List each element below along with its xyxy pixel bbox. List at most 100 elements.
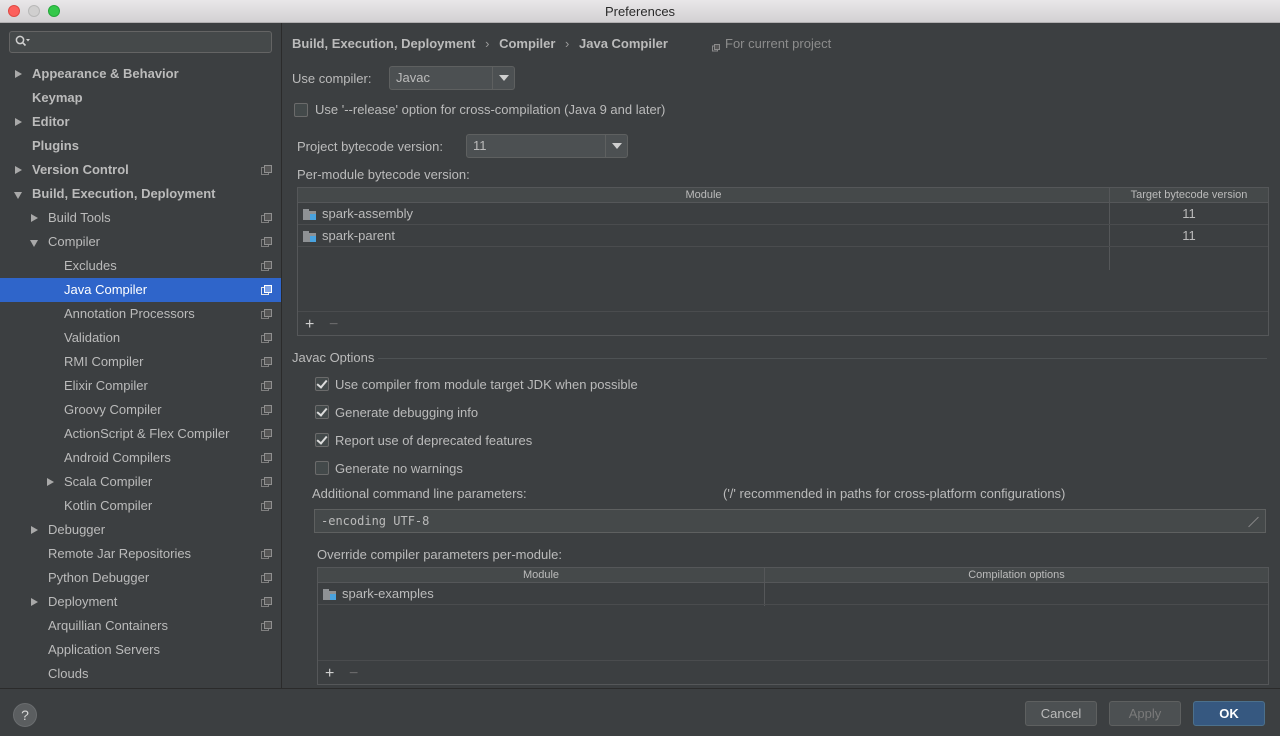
sidebar-item-version-control[interactable]: Version Control (0, 158, 281, 182)
sidebar-item-annotation-processors[interactable]: Annotation Processors (0, 302, 281, 326)
help-button[interactable]: ? (13, 703, 37, 727)
cancel-button[interactable]: Cancel (1025, 701, 1097, 726)
sidebar-item-deployment[interactable]: Deployment (0, 590, 281, 614)
project-bytecode-combobox[interactable]: 11 (466, 134, 628, 158)
project-scope-icon (261, 621, 272, 631)
report-deprecated-checkbox[interactable] (315, 433, 329, 447)
sidebar-item-elixir-compiler[interactable]: Elixir Compiler (0, 374, 281, 398)
sidebar-item-validation[interactable]: Validation (0, 326, 281, 350)
scope-hint: For current project (725, 36, 832, 51)
use-compiler-label: Use compiler: (292, 71, 372, 86)
chevron-down-icon[interactable] (492, 67, 514, 89)
target-bytecode-value[interactable]: 11 (1110, 203, 1268, 225)
expand-arrow-icon[interactable] (15, 166, 22, 174)
sidebar-item-label: Debugger (48, 522, 106, 537)
sidebar-item-android-compilers[interactable]: Android Compilers (0, 446, 281, 470)
sidebar-item-actionscript-flex-compiler[interactable]: ActionScript & Flex Compiler (0, 422, 281, 446)
collapse-arrow-icon[interactable] (30, 240, 38, 247)
add-override-button[interactable]: + (325, 665, 334, 683)
sidebar-item-label: Arquillian Containers (48, 618, 168, 633)
sidebar-item-build-execution-deployment[interactable]: Build, Execution, Deployment (0, 182, 281, 206)
sidebar-item-remote-jar-repositories[interactable]: Remote Jar Repositories (0, 542, 281, 566)
add-module-button[interactable]: + (305, 316, 314, 334)
sidebar-item-label: Build Tools (48, 210, 111, 225)
sidebar-item-plugins[interactable]: Plugins (0, 134, 281, 158)
sidebar-item-label: Scala Compiler (64, 474, 153, 489)
generate-debug-info-checkbox[interactable] (315, 405, 329, 419)
ok-button[interactable]: OK (1193, 701, 1265, 726)
sidebar-item-build-tools[interactable]: Build Tools (0, 206, 281, 230)
override-params-table: Module Compilation options spark-example… (317, 567, 1269, 685)
use-module-jdk-checkbox[interactable] (315, 377, 329, 391)
sidebar-item-rmi-compiler[interactable]: RMI Compiler (0, 350, 281, 374)
sidebar-item-label: Annotation Processors (64, 306, 195, 321)
sidebar-item-arquillian-containers[interactable]: Arquillian Containers (0, 614, 281, 638)
sidebar-item-debugger[interactable]: Debugger (0, 518, 281, 542)
additional-params-input[interactable]: -encoding UTF-8 (314, 509, 1266, 533)
column-header-module[interactable]: Module (318, 568, 764, 583)
sidebar-item-label: Python Debugger (48, 570, 150, 585)
sidebar-item-python-debugger[interactable]: Python Debugger (0, 566, 281, 590)
title-bar: Preferences (0, 0, 1280, 23)
project-scope-icon (261, 381, 272, 391)
collapse-arrow-icon[interactable] (14, 192, 22, 199)
expand-arrow-icon[interactable] (15, 118, 22, 126)
sidebar-item-label: Version Control (32, 162, 129, 177)
column-header-module[interactable]: Module (298, 188, 1109, 203)
sidebar-item-clouds[interactable]: Clouds (0, 662, 281, 686)
apply-button[interactable]: Apply (1109, 701, 1181, 726)
sidebar-item-compiler[interactable]: Compiler (0, 230, 281, 254)
module-name: spark-parent (322, 228, 395, 243)
sidebar-item-kotlin-compiler[interactable]: Kotlin Compiler (0, 494, 281, 518)
project-scope-icon (261, 309, 272, 319)
expand-arrow-icon[interactable] (47, 478, 54, 486)
generate-no-warnings-checkbox[interactable] (315, 461, 329, 475)
per-module-bytecode-label: Per-module bytecode version: (297, 167, 470, 182)
release-option-checkbox[interactable] (294, 103, 308, 117)
sidebar-item-excludes[interactable]: Excludes (0, 254, 281, 278)
expand-arrow-icon[interactable] (31, 526, 38, 534)
table-header: Module Target bytecode version (298, 188, 1268, 203)
project-scope-icon (261, 237, 272, 247)
additional-params-label: Additional command line parameters: (312, 486, 527, 501)
expand-icon[interactable] (1248, 515, 1260, 527)
sidebar-item-label: Validation (64, 330, 121, 345)
sidebar-item-appearance-behavior[interactable]: Appearance & Behavior (0, 62, 281, 86)
chevron-down-icon[interactable] (605, 135, 627, 157)
expand-arrow-icon[interactable] (31, 598, 38, 606)
module-name: spark-assembly (322, 206, 414, 221)
table-toolbar: + − (318, 660, 1268, 684)
sidebar-item-scala-compiler[interactable]: Scala Compiler (0, 470, 281, 494)
sidebar-item-label: Plugins (32, 138, 79, 153)
sidebar-item-editor[interactable]: Editor (0, 110, 281, 134)
project-scope-icon (261, 453, 272, 463)
sidebar-item-label: Application Servers (48, 642, 160, 657)
module-name: spark-examples (342, 586, 434, 601)
override-params-label: Override compiler parameters per-module: (317, 547, 562, 562)
compilation-options-value[interactable] (765, 583, 1268, 605)
sidebar-item-java-compiler[interactable]: Java Compiler (0, 278, 281, 302)
expand-arrow-icon[interactable] (15, 70, 22, 78)
settings-search-input[interactable] (9, 31, 272, 53)
use-compiler-combobox[interactable]: Javac (389, 66, 515, 90)
table-header: Module Compilation options (318, 568, 1268, 583)
module-bytecode-table: Module Target bytecode version spark-ass… (297, 187, 1269, 336)
target-bytecode-value[interactable]: 11 (1110, 225, 1268, 247)
breadcrumb-separator: › (485, 36, 490, 51)
remove-override-button[interactable]: − (349, 665, 358, 683)
sidebar-item-groovy-compiler[interactable]: Groovy Compiler (0, 398, 281, 422)
sidebar-item-label: Kotlin Compiler (64, 498, 153, 513)
expand-arrow-icon[interactable] (31, 214, 38, 222)
generate-no-warnings-label: Generate no warnings (335, 461, 463, 476)
project-scope-icon (261, 165, 272, 175)
additional-params-value: -encoding UTF-8 (321, 514, 430, 528)
remove-module-button[interactable]: − (329, 316, 338, 334)
column-header-target-bytecode[interactable]: Target bytecode version (1110, 188, 1268, 203)
sidebar-item-application-servers[interactable]: Application Servers (0, 638, 281, 662)
sidebar-item-label: Clouds (48, 666, 89, 681)
column-header-compilation-options[interactable]: Compilation options (765, 568, 1268, 583)
table-row[interactable]: spark-assembly 11 (298, 203, 1268, 225)
table-row[interactable]: spark-parent 11 (298, 225, 1268, 247)
table-row[interactable]: spark-examples (318, 583, 1268, 605)
sidebar-item-keymap[interactable]: Keymap (0, 86, 281, 110)
